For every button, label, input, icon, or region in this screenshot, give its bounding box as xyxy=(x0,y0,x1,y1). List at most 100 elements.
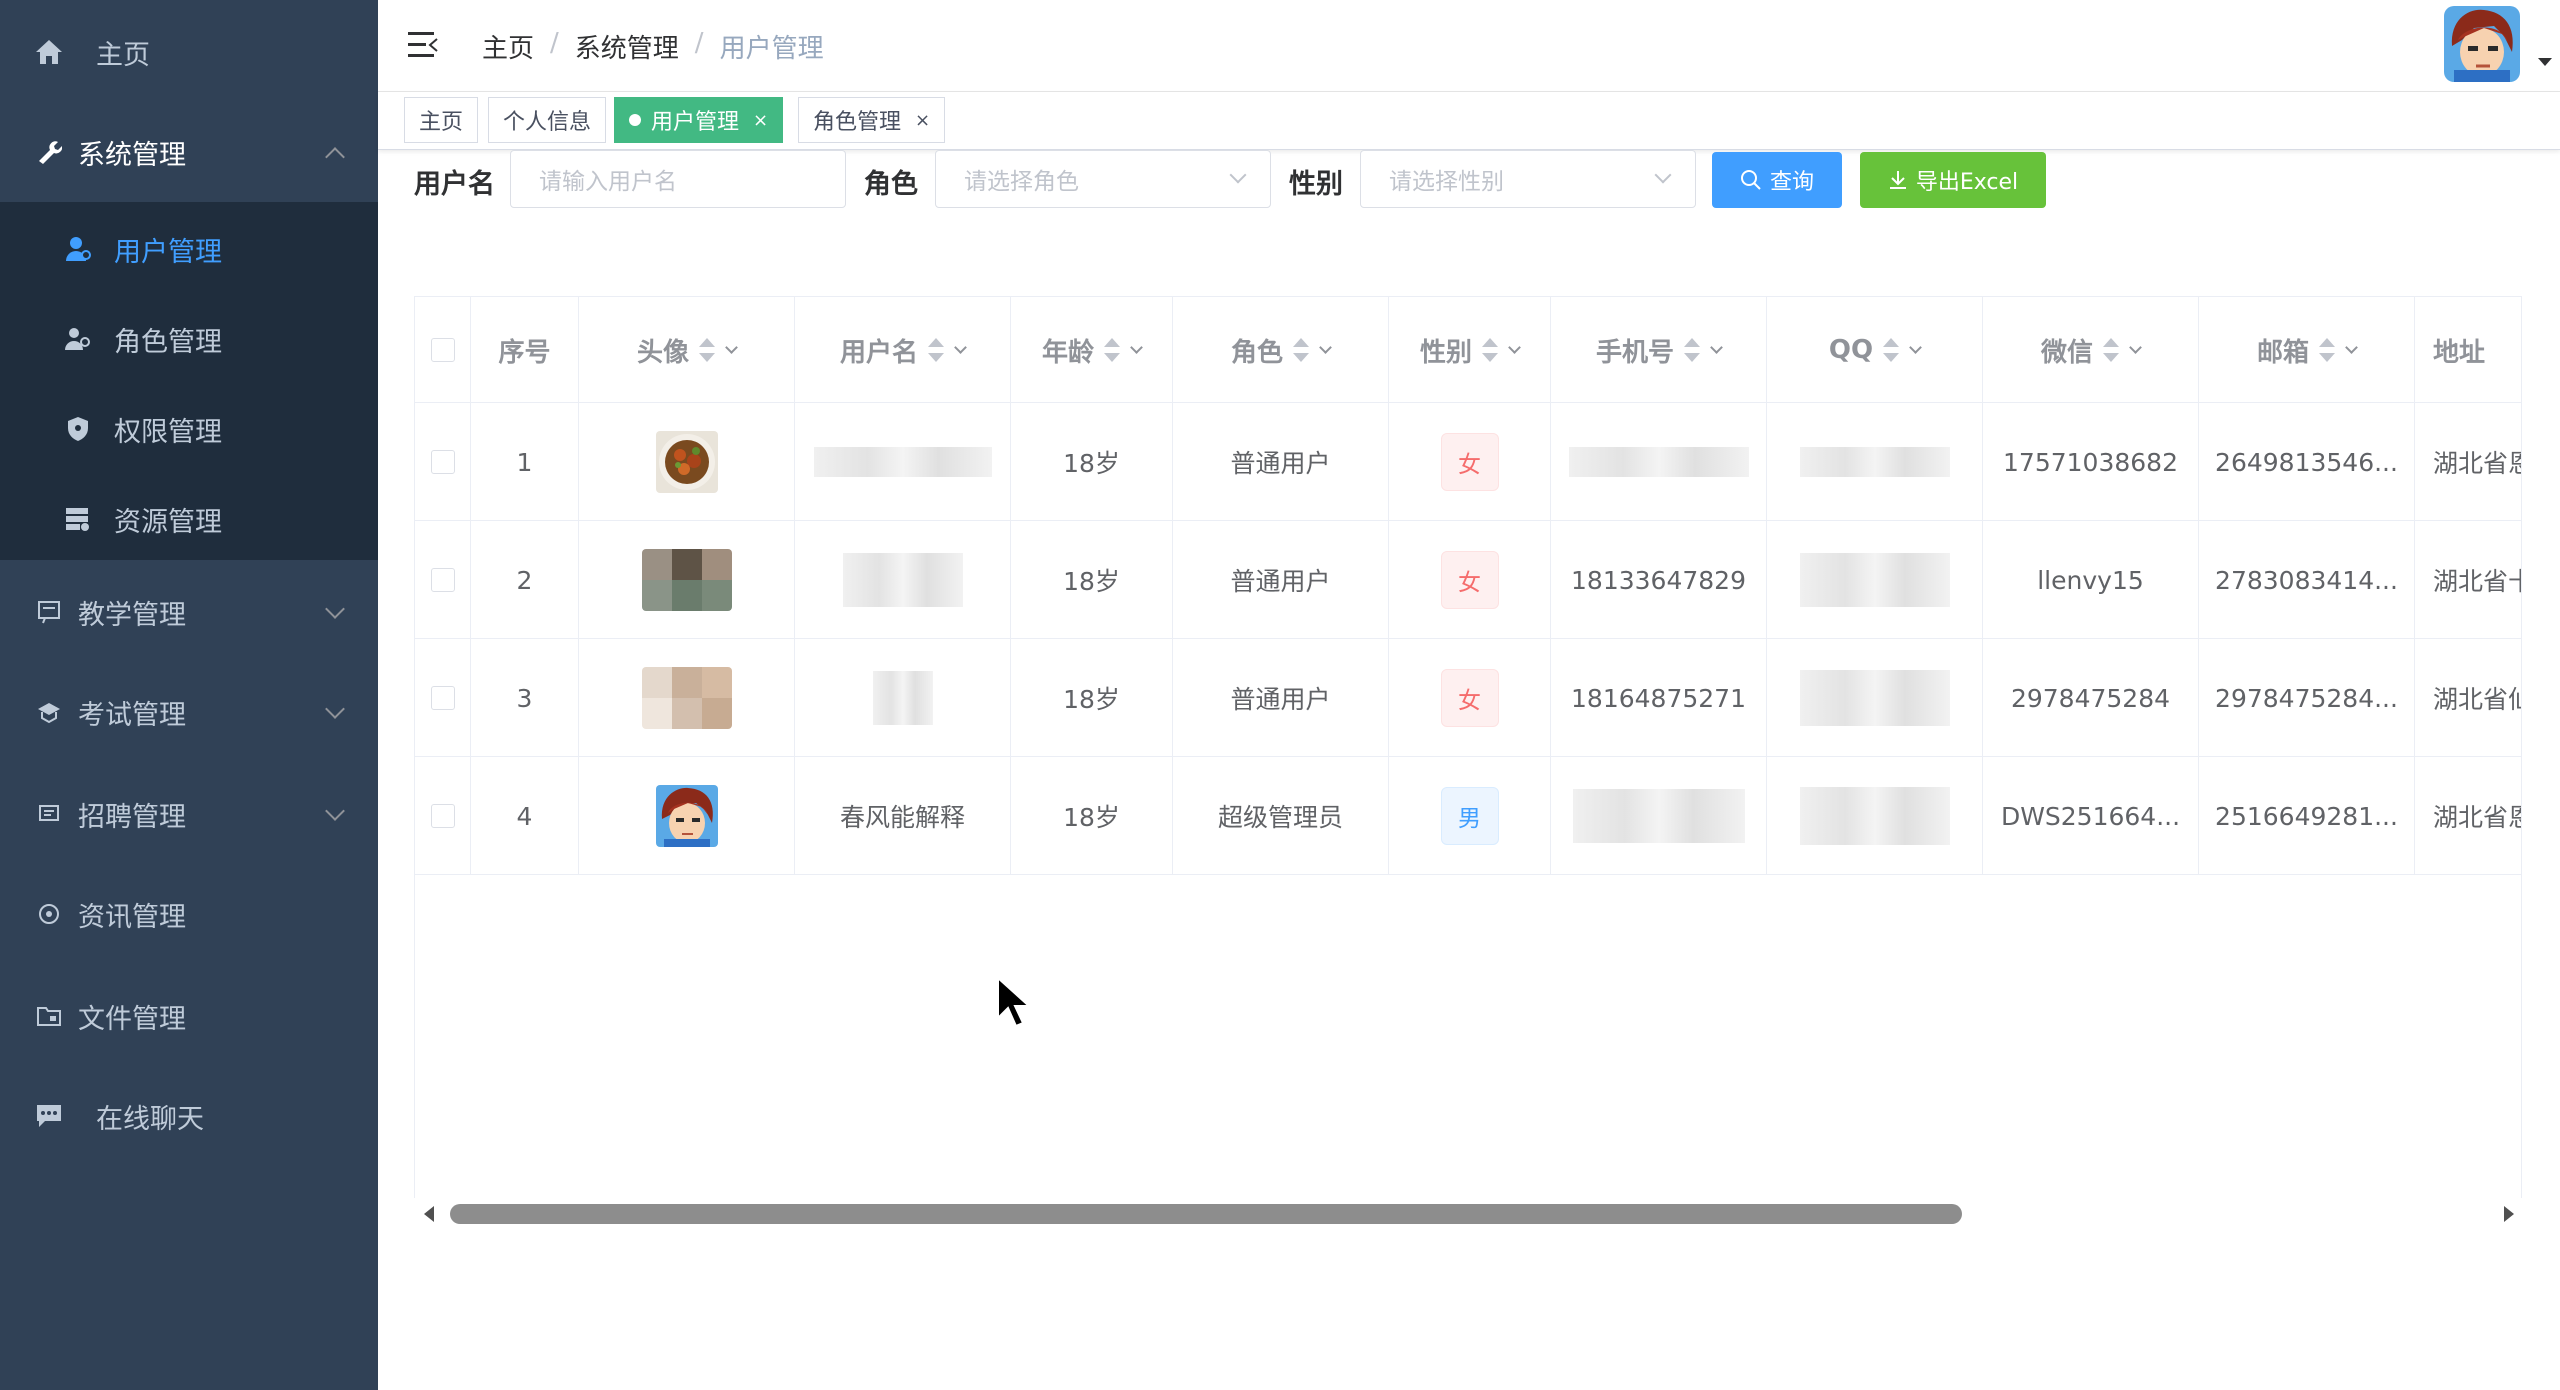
header-label: 序号 xyxy=(498,337,551,368)
header-label: 角色 xyxy=(1230,337,1283,368)
sidebar-item-chat[interactable]: 在线聊天 xyxy=(0,1066,378,1166)
sort-icon[interactable] xyxy=(1883,338,1900,362)
scrollbar-thumb[interactable] xyxy=(450,1204,1962,1224)
sidebar-item-label: 考试管理 xyxy=(78,699,186,731)
header-username[interactable]: 用户名 xyxy=(795,297,1011,403)
table-row[interactable]: 4 春风能解释 18岁 超级管理员 男 DWS251664... 2516649… xyxy=(415,757,2521,875)
horizontal-scrollbar[interactable] xyxy=(414,1198,2522,1228)
row-checkbox[interactable] xyxy=(430,568,455,592)
sex-badge: 女 xyxy=(1440,669,1499,727)
breadcrumb-system[interactable]: 系统管理 xyxy=(575,28,679,65)
sidebar-item-recruit[interactable]: 招聘管理 xyxy=(0,764,378,864)
close-icon[interactable]: × xyxy=(915,110,930,131)
header-sex[interactable]: 性别 xyxy=(1389,297,1551,403)
user-table: 序号 头像 用户名 年龄 角色 性别 手机号 QQ 微信 邮箱 地址 1 18岁… xyxy=(414,296,2522,1228)
search-icon xyxy=(1740,170,1761,190)
username-label: 用户名 xyxy=(414,169,495,200)
cell-index: 4 xyxy=(471,757,579,875)
caret-down-icon[interactable] xyxy=(2538,58,2552,66)
header-age[interactable]: 年龄 xyxy=(1011,297,1173,403)
row-select-cell xyxy=(415,757,471,875)
filter-chevron-icon[interactable] xyxy=(725,340,738,354)
tag-home[interactable]: 主页 xyxy=(404,97,479,143)
export-excel-button[interactable]: 导出Excel xyxy=(1860,152,2046,208)
filter-chevron-icon[interactable] xyxy=(1319,340,1332,354)
sex-select[interactable]: 请选择性别 xyxy=(1360,150,1696,208)
cell-role: 普通用户 xyxy=(1173,521,1389,639)
scroll-right-arrow-icon[interactable] xyxy=(2504,1206,2514,1222)
filter-chevron-icon[interactable] xyxy=(954,340,967,354)
tag-profile[interactable]: 个人信息 xyxy=(488,97,607,143)
header-role[interactable]: 角色 xyxy=(1173,297,1389,403)
cell-phone xyxy=(1551,757,1767,875)
sidebar-item-home[interactable]: 主页 xyxy=(0,2,378,102)
header-label: 手机号 xyxy=(1595,337,1674,368)
table-row[interactable]: 3 18岁 普通用户 女 18164875271 2978475284 2978… xyxy=(415,639,2521,757)
filter-chevron-icon[interactable] xyxy=(1909,340,1922,354)
sidebar-item-files[interactable]: 文件管理 xyxy=(0,966,378,1066)
sort-icon[interactable] xyxy=(2103,338,2119,362)
sidebar-item-label: 系统管理 xyxy=(78,139,186,171)
header-phone[interactable]: 手机号 xyxy=(1551,297,1767,403)
avatar[interactable] xyxy=(2444,6,2520,82)
sidebar-item-news[interactable]: 资讯管理 xyxy=(0,864,378,964)
header-avatar[interactable]: 头像 xyxy=(579,297,795,403)
table-row[interactable]: 1 18岁 普通用户 女 17571038682 2649813546... 湖… xyxy=(415,403,2521,521)
cell-address: 湖北省仙 xyxy=(2433,685,2521,714)
select-all-checkbox[interactable] xyxy=(430,338,455,362)
filter-chevron-icon[interactable] xyxy=(1710,340,1723,354)
header-label: 头像 xyxy=(636,337,689,368)
header-label: QQ xyxy=(1828,335,1874,365)
header-label: 用户名 xyxy=(839,337,918,368)
header-qq[interactable]: QQ xyxy=(1767,297,1983,403)
table-header: 序号 头像 用户名 年龄 角色 性别 手机号 QQ 微信 邮箱 地址 xyxy=(415,297,2521,403)
sort-icon[interactable] xyxy=(928,338,944,362)
row-checkbox[interactable] xyxy=(430,686,455,710)
filter-chevron-icon[interactable] xyxy=(1508,340,1521,354)
table-row[interactable]: 2 18岁 普通用户 女 18133647829 llenvy15 278308… xyxy=(415,521,2521,639)
sort-icon[interactable] xyxy=(1684,338,1700,362)
sort-icon[interactable] xyxy=(699,338,715,362)
header-label: 地址 xyxy=(2433,337,2486,368)
sidebar-item-users[interactable]: 用户管理 xyxy=(0,204,378,294)
blurred-username xyxy=(813,447,992,477)
tag-users[interactable]: 用户管理 × xyxy=(614,97,784,143)
exam-icon xyxy=(34,697,64,727)
header-wechat[interactable]: 微信 xyxy=(1983,297,2199,403)
cell-index: 2 xyxy=(471,521,579,639)
sidebar-item-exam[interactable]: 考试管理 xyxy=(0,662,378,762)
cell-sex: 女 xyxy=(1389,403,1551,521)
anime-avatar-image[interactable] xyxy=(655,785,718,847)
username-input[interactable]: 请输入用户名 xyxy=(510,150,846,208)
filter-chevron-icon[interactable] xyxy=(2129,340,2142,354)
hamburger-icon[interactable] xyxy=(408,32,438,58)
food-avatar-image[interactable] xyxy=(655,431,718,493)
row-checkbox[interactable] xyxy=(430,804,455,828)
tag-roles[interactable]: 角色管理 × xyxy=(798,97,946,143)
cell-sex: 女 xyxy=(1389,521,1551,639)
header-email[interactable]: 邮箱 xyxy=(2199,297,2415,403)
sort-icon[interactable] xyxy=(2319,338,2335,362)
sidebar-item-permissions[interactable]: 权限管理 xyxy=(0,384,378,474)
sidebar-item-resources[interactable]: 资源管理 xyxy=(0,474,378,564)
row-checkbox[interactable] xyxy=(430,450,455,474)
close-icon[interactable]: × xyxy=(753,110,768,131)
blurred-avatar-image[interactable] xyxy=(641,549,732,611)
cell-phone: 18133647829 xyxy=(1551,521,1767,639)
cell-wechat: 17571038682 xyxy=(1983,403,2199,521)
sidebar-item-system[interactable]: 系统管理 xyxy=(0,102,378,202)
sidebar-item-roles[interactable]: 角色管理 xyxy=(0,294,378,384)
blurred-avatar-image[interactable] xyxy=(641,667,732,729)
filter-chevron-icon[interactable] xyxy=(2345,340,2358,354)
sort-icon[interactable] xyxy=(1104,338,1120,362)
scroll-left-arrow-icon[interactable] xyxy=(424,1206,434,1222)
sidebar-item-teaching[interactable]: 教学管理 xyxy=(0,562,378,662)
filter-chevron-icon[interactable] xyxy=(1130,340,1143,354)
search-button[interactable]: 查询 xyxy=(1712,152,1842,208)
cell-qq xyxy=(1767,757,1983,875)
role-select[interactable]: 请选择角色 xyxy=(935,150,1271,208)
breadcrumb-home[interactable]: 主页 xyxy=(482,28,534,65)
sort-icon[interactable] xyxy=(1482,338,1498,362)
export-button-label: 导出Excel xyxy=(1915,170,2019,195)
sort-icon[interactable] xyxy=(1293,338,1309,362)
